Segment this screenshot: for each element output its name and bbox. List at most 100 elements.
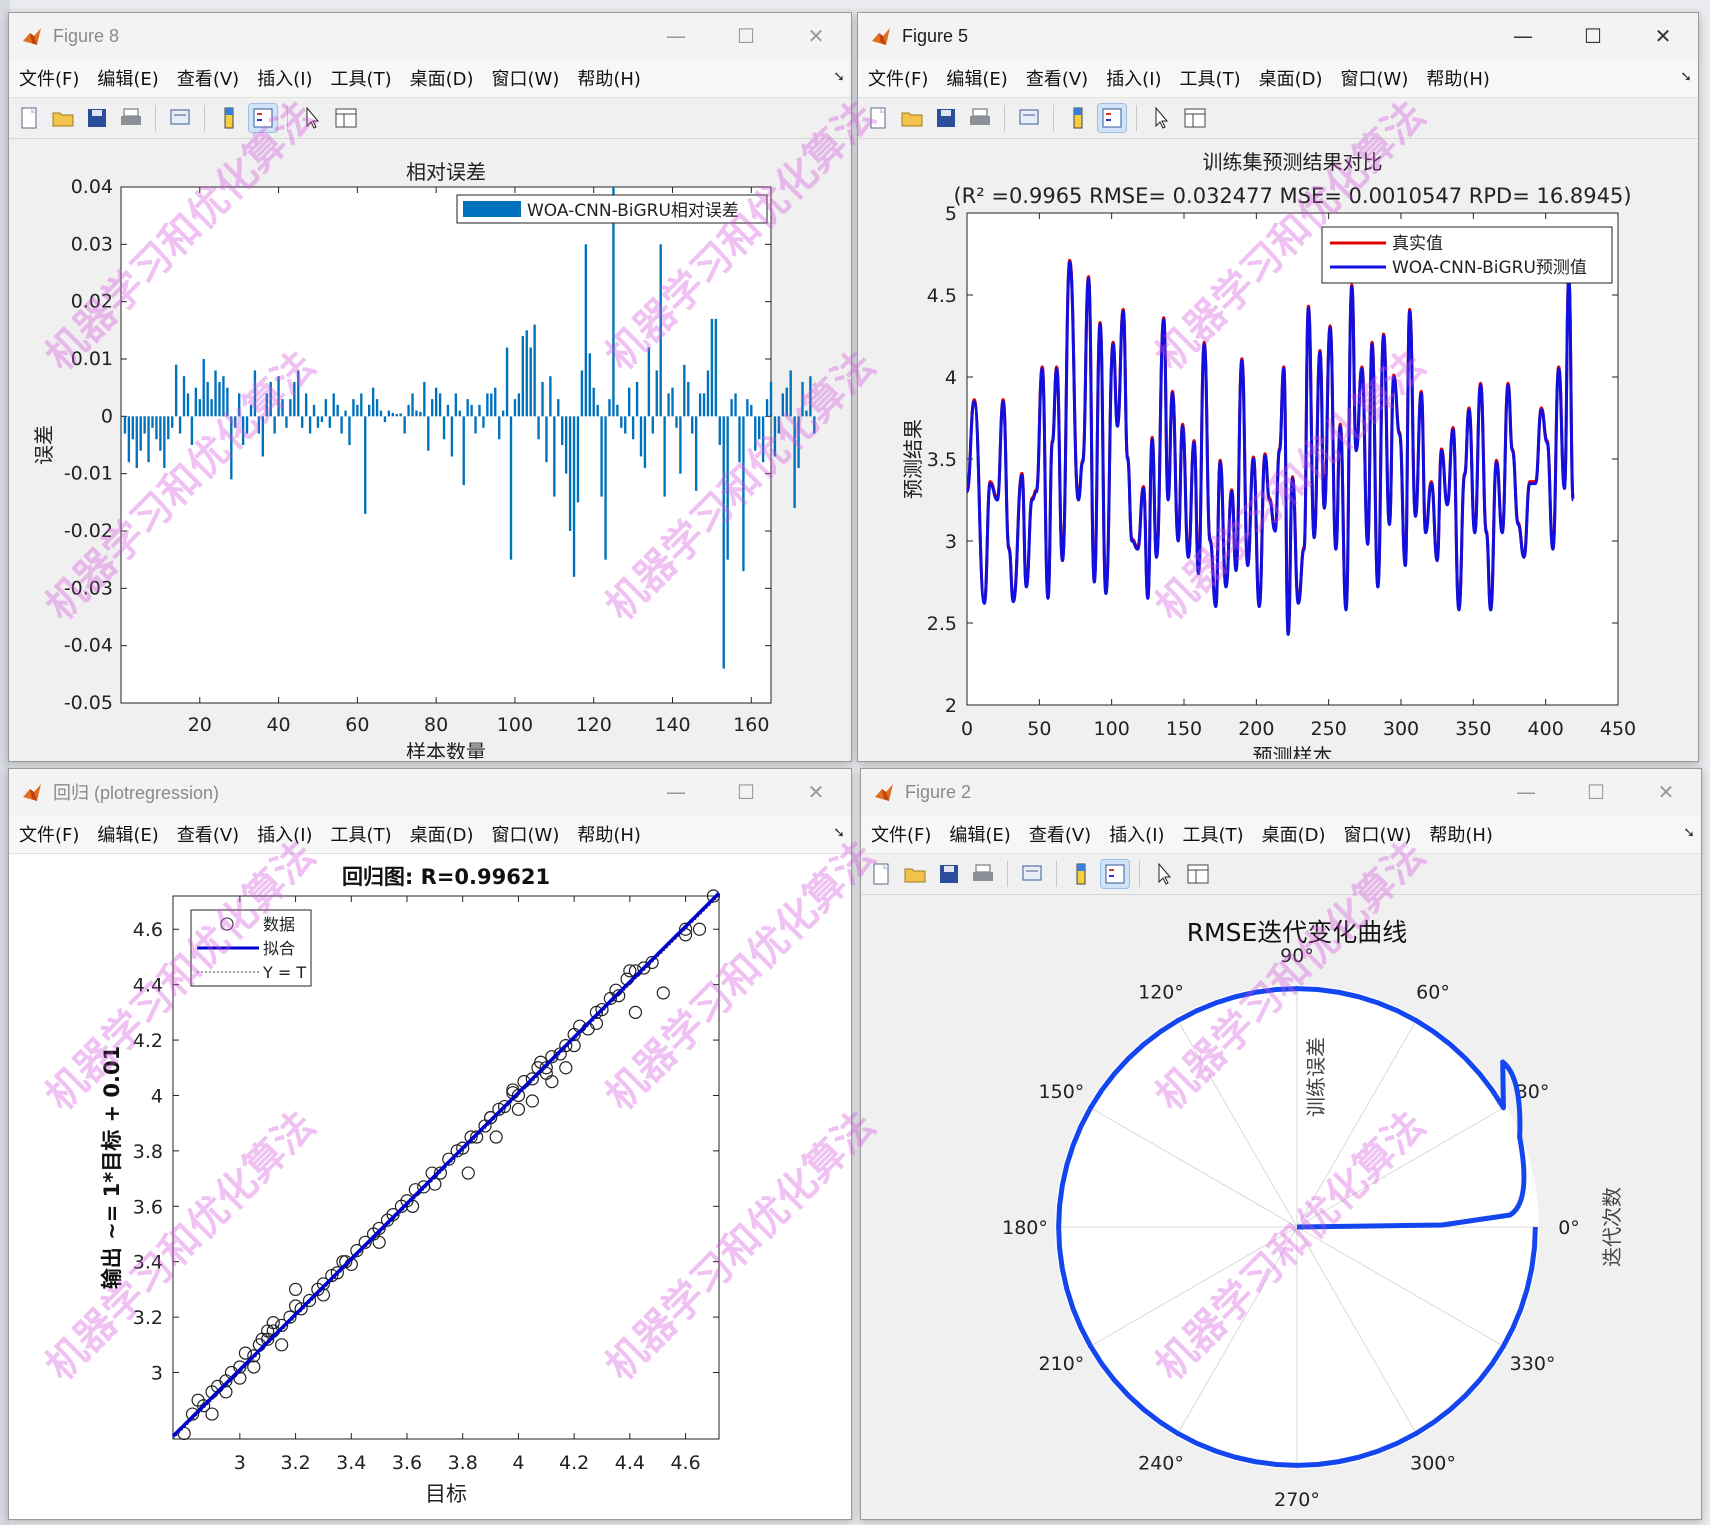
save-button[interactable] xyxy=(935,860,963,888)
error-bar xyxy=(285,416,288,428)
property-inspector-icon xyxy=(1187,864,1209,884)
menu-insert[interactable]: 插入(I) xyxy=(249,821,320,847)
menu-help[interactable]: 帮助(H) xyxy=(569,821,649,847)
menu-overflow-icon[interactable]: ➘ xyxy=(833,69,845,85)
figure-canvas: 0.04 0.03 0.02 0.01 0 -0.01 -0.02 -0.03 -0.04 -0.… xyxy=(9,139,851,761)
open-folder-button[interactable] xyxy=(901,860,929,888)
menu-edit[interactable]: 编辑(E) xyxy=(938,65,1015,91)
menu-insert[interactable]: 插入(I) xyxy=(1101,821,1172,847)
menu-file[interactable]: 文件(F) xyxy=(11,65,87,91)
error-bar xyxy=(375,399,379,417)
menu-overflow-icon[interactable]: ➘ xyxy=(1680,69,1692,85)
error-bar xyxy=(253,370,257,417)
new-file-button[interactable] xyxy=(864,104,892,132)
menu-tools[interactable]: 工具(T) xyxy=(1175,821,1252,847)
menu-window[interactable]: 窗口(W) xyxy=(484,821,568,847)
error-bar xyxy=(407,404,410,417)
menu-edit[interactable]: 编辑(E) xyxy=(89,65,166,91)
menu-file[interactable]: 文件(F) xyxy=(863,821,939,847)
menu-tools[interactable]: 工具(T) xyxy=(323,821,400,847)
y-tick-label: 3.6 xyxy=(133,1196,163,1218)
menu-help[interactable]: 帮助(H) xyxy=(1421,821,1501,847)
error-bar xyxy=(738,416,741,463)
print-preview-button[interactable] xyxy=(1015,104,1043,132)
menu-view[interactable]: 查看(V) xyxy=(1021,821,1099,847)
pointer-button[interactable] xyxy=(1150,860,1178,888)
new-file-button[interactable] xyxy=(867,860,895,888)
menu-tools[interactable]: 工具(T) xyxy=(1172,65,1249,91)
y-tick-label: 3.8 xyxy=(133,1141,163,1163)
error-bar xyxy=(320,416,324,423)
close-button[interactable]: ✕ xyxy=(781,769,851,815)
property-inspector-button[interactable] xyxy=(1184,860,1212,888)
property-inspector-button[interactable] xyxy=(1181,104,1209,132)
x-tick-label: 3.6 xyxy=(392,1452,422,1474)
x-tick-label: 400 xyxy=(1528,718,1564,740)
close-button[interactable]: ✕ xyxy=(1628,13,1698,59)
error-bar xyxy=(616,404,619,417)
error-bar xyxy=(663,416,666,497)
menu-view[interactable]: 查看(V) xyxy=(169,821,247,847)
menu-window[interactable]: 窗口(W) xyxy=(1333,65,1417,91)
save-button[interactable] xyxy=(932,104,960,132)
maximize-button[interactable]: ☐ xyxy=(711,13,781,59)
menu-view[interactable]: 查看(V) xyxy=(1018,65,1096,91)
print-button[interactable] xyxy=(117,104,145,132)
legend-button[interactable] xyxy=(1100,859,1130,889)
print-button[interactable] xyxy=(966,104,994,132)
print-button[interactable] xyxy=(969,860,997,888)
menu-help[interactable]: 帮助(H) xyxy=(1418,65,1498,91)
error-bar xyxy=(655,370,658,417)
window-title: Figure 5 xyxy=(902,25,969,46)
menu-window[interactable]: 窗口(W) xyxy=(1336,821,1420,847)
menu-file[interactable]: 文件(F) xyxy=(860,65,936,91)
menu-desktop[interactable]: 桌面(D) xyxy=(1254,821,1334,847)
menu-file[interactable]: 文件(F) xyxy=(11,821,87,847)
figure-5-titlebar[interactable]: Figure 5 — ☐ ✕ xyxy=(858,13,1698,59)
menu-edit[interactable]: 编辑(E) xyxy=(89,821,166,847)
new-file-button[interactable] xyxy=(15,104,43,132)
menu-tools[interactable]: 工具(T) xyxy=(323,65,400,91)
property-inspector-button[interactable] xyxy=(332,104,360,132)
close-button[interactable]: ✕ xyxy=(1631,769,1701,815)
regression-titlebar[interactable]: 回归 (plotregression) — ☐ ✕ xyxy=(9,769,851,815)
menu-insert[interactable]: 插入(I) xyxy=(1098,65,1169,91)
figure-8-titlebar[interactable]: Figure 8 — ☐ ✕ xyxy=(9,13,851,59)
menu-insert[interactable]: 插入(I) xyxy=(249,65,320,91)
error-bar xyxy=(498,416,501,440)
colorbar-button[interactable] xyxy=(215,104,243,132)
menu-help[interactable]: 帮助(H) xyxy=(569,65,649,91)
menu-overflow-icon[interactable]: ➘ xyxy=(833,825,845,841)
pointer-button[interactable] xyxy=(298,104,326,132)
legend-button[interactable] xyxy=(1097,103,1127,133)
menu-desktop[interactable]: 桌面(D) xyxy=(402,65,482,91)
minimize-button[interactable]: — xyxy=(1491,769,1561,815)
save-button[interactable] xyxy=(83,104,111,132)
menu-desktop[interactable]: 桌面(D) xyxy=(1251,65,1331,91)
print-preview-button[interactable] xyxy=(166,104,194,132)
colorbar-button[interactable] xyxy=(1064,104,1092,132)
minimize-button[interactable]: — xyxy=(641,769,711,815)
maximize-button[interactable]: ☐ xyxy=(1558,13,1628,59)
open-folder-button[interactable] xyxy=(49,104,77,132)
menu-window[interactable]: 窗口(W) xyxy=(484,65,568,91)
minimize-button[interactable]: — xyxy=(641,13,711,59)
menu-desktop[interactable]: 桌面(D) xyxy=(402,821,482,847)
colorbar-button[interactable] xyxy=(1067,860,1095,888)
angle-label: 180° xyxy=(1002,1217,1048,1239)
open-folder-button[interactable] xyxy=(898,104,926,132)
pointer-button[interactable] xyxy=(1147,104,1175,132)
error-bar xyxy=(391,412,394,417)
matlab-logo-icon xyxy=(23,784,41,801)
figure-2-titlebar[interactable]: Figure 2 — ☐ ✕ xyxy=(861,769,1701,815)
menu-overflow-icon[interactable]: ➘ xyxy=(1683,825,1695,841)
maximize-button[interactable]: ☐ xyxy=(711,769,781,815)
maximize-button[interactable]: ☐ xyxy=(1561,769,1631,815)
x-tick-label: 150 xyxy=(1166,718,1202,740)
menu-edit[interactable]: 编辑(E) xyxy=(941,821,1018,847)
menu-view[interactable]: 查看(V) xyxy=(169,65,247,91)
close-button[interactable]: ✕ xyxy=(781,13,851,59)
minimize-button[interactable]: — xyxy=(1488,13,1558,59)
legend-button[interactable] xyxy=(248,103,278,133)
print-preview-button[interactable] xyxy=(1018,860,1046,888)
